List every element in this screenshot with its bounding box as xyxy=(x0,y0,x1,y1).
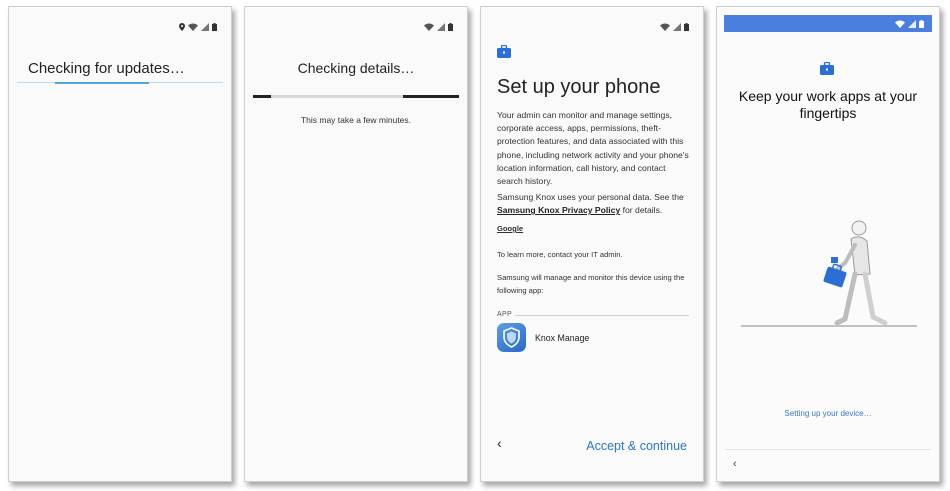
divider xyxy=(515,315,689,316)
wifi-icon xyxy=(895,20,905,28)
privacy-notice: Samsung Knox uses your personal data. Se… xyxy=(497,191,692,217)
status-bar xyxy=(724,15,932,32)
it-admin-note: To learn more, contact your IT admin. xyxy=(497,250,623,259)
knox-manage-app-icon xyxy=(497,323,526,352)
wifi-icon xyxy=(660,23,670,31)
setup-status: Setting up your device… xyxy=(784,409,872,418)
briefcase-icon xyxy=(497,45,511,58)
briefcase-icon xyxy=(823,263,847,288)
screen-work-apps: Keep your work apps at your fingertips S… xyxy=(716,6,940,482)
wifi-icon xyxy=(188,23,198,31)
screen-checking-details: Checking details… This may take a few mi… xyxy=(244,6,468,482)
shield-icon xyxy=(503,327,520,348)
google-link[interactable]: Google xyxy=(497,224,523,233)
status-bar-icons xyxy=(895,19,924,29)
page-title: Checking for updates… xyxy=(28,60,185,77)
signal-icon xyxy=(908,20,916,28)
page-title: Set up your phone xyxy=(497,76,661,98)
divider xyxy=(725,449,931,450)
privacy-text-end: for details. xyxy=(622,205,663,216)
page-title: Keep your work apps at your fingertips xyxy=(738,88,918,121)
progress-segment-left xyxy=(253,95,271,98)
briefcase-icon xyxy=(820,62,834,75)
status-bar-icons xyxy=(179,22,217,32)
back-button[interactable]: ‹ xyxy=(733,458,737,470)
accept-continue-button[interactable]: Accept & continue xyxy=(586,439,687,453)
screen-checking-updates: Checking for updates… xyxy=(8,6,232,482)
admin-description: Your admin can monitor and manage settin… xyxy=(497,110,689,187)
wait-note: This may take a few minutes. xyxy=(300,115,412,125)
battery-icon xyxy=(212,23,217,31)
wifi-icon xyxy=(424,23,434,31)
screen-setup-phone: Set up your phone Your admin can monitor… xyxy=(480,6,704,482)
app-name: Knox Manage xyxy=(535,333,590,343)
battery-icon xyxy=(684,23,689,31)
signal-icon xyxy=(437,23,445,31)
location-icon xyxy=(179,23,185,31)
battery-icon xyxy=(448,23,453,31)
battery-icon xyxy=(919,20,924,28)
manage-notice: Samsung will manage and monitor this dev… xyxy=(497,273,685,295)
privacy-text-start: Samsung Knox uses your personal data. Se… xyxy=(497,192,684,202)
signal-icon xyxy=(673,23,681,31)
progress-indicator xyxy=(55,82,149,84)
app-section-label: APP xyxy=(497,311,512,318)
back-button[interactable]: ‹ xyxy=(497,435,502,451)
walking-person-illustration xyxy=(823,220,888,326)
status-bar-icons xyxy=(424,22,453,32)
signal-icon xyxy=(201,23,209,31)
privacy-policy-link[interactable]: Samsung Knox Privacy Policy xyxy=(497,205,620,215)
progress-segment-right xyxy=(403,95,459,98)
page-title: Checking details… xyxy=(297,60,415,76)
ground-line xyxy=(741,325,917,327)
status-bar-icons xyxy=(660,22,689,32)
